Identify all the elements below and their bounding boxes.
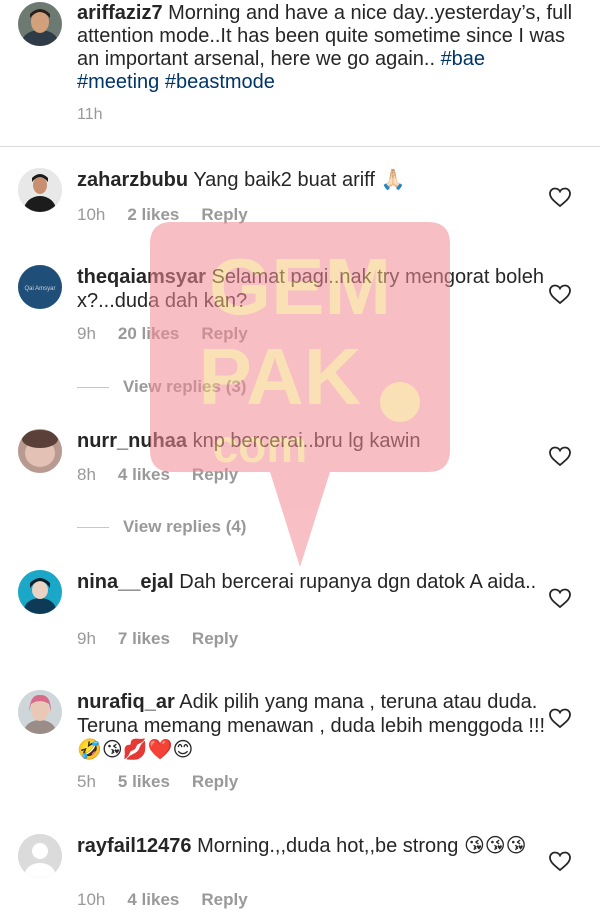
- comment-username[interactable]: zaharzbubu: [77, 169, 188, 191]
- heart-icon[interactable]: [548, 283, 572, 305]
- comment-time: 9h: [77, 324, 96, 343]
- comment-text: theqaiamsyar Selamat pagi..nak try mengo…: [77, 265, 547, 313]
- like-count[interactable]: 4 likes: [118, 465, 170, 484]
- view-replies-button[interactable]: View replies (3): [77, 377, 246, 399]
- avatar[interactable]: [18, 690, 62, 734]
- comment-time: 8h: [77, 465, 96, 484]
- profile-photo: [18, 690, 62, 734]
- comment-username[interactable]: rayfail12476: [77, 835, 192, 857]
- profile-photo: [18, 570, 62, 614]
- comment-time: 9h: [77, 629, 96, 648]
- avatar[interactable]: [18, 168, 62, 212]
- comment-text: rayfail12476 Morning.,,duda hot,,be stro…: [77, 834, 547, 858]
- comment-username[interactable]: nurr_nuhaa: [77, 430, 187, 452]
- comment-meta: 5h 5 likes Reply: [77, 772, 260, 792]
- reply-button[interactable]: Reply: [201, 324, 247, 343]
- comment-body: knp bercerai..bru lg kawin: [187, 430, 421, 452]
- comment-username[interactable]: theqaiamsyar: [77, 266, 206, 288]
- comment-body: Morning.,,duda hot,,be strong 😘😘😘: [191, 835, 527, 857]
- comment-meta: 9h 20 likes Reply: [77, 324, 270, 344]
- comment-text: nurafiq_ar Adik pilih yang mana , teruna…: [77, 690, 547, 762]
- reply-button[interactable]: Reply: [192, 772, 238, 791]
- divider: [77, 387, 109, 389]
- comment-username[interactable]: nina__ejal: [77, 571, 174, 593]
- avatar[interactable]: Qai Amsyar: [18, 265, 62, 309]
- reply-button[interactable]: Reply: [192, 629, 238, 648]
- comment-body: Yang baik2 buat ariff 🙏🏻: [188, 169, 406, 191]
- heart-icon[interactable]: [548, 707, 572, 729]
- comment-body: Dah bercerai rupanya dgn datok A aida..: [173, 571, 537, 593]
- like-count[interactable]: 20 likes: [118, 324, 179, 343]
- smiley-icon: [380, 382, 420, 422]
- comment-meta: 8h 4 likes Reply: [77, 465, 260, 485]
- view-replies-label: View replies (3): [123, 377, 247, 396]
- comment-text: nina__ejal Dah bercerai rupanya dgn dato…: [77, 570, 547, 594]
- divider: [77, 527, 109, 529]
- comment-meta: 10h 4 likes Reply: [77, 890, 270, 910]
- caption-text: ariffaziz7 Morning and have a nice day..…: [77, 2, 592, 94]
- profile-photo: Qai Amsyar: [18, 265, 62, 309]
- post-caption: ariffaziz7 Morning and have a nice day..…: [0, 0, 600, 146]
- like-count[interactable]: 5 likes: [118, 772, 170, 791]
- comment-meta: 9h 7 likes Reply: [77, 629, 260, 649]
- avatar-label: Qai Amsyar: [24, 286, 55, 292]
- heart-icon[interactable]: [548, 587, 572, 609]
- comment-time: 5h: [77, 772, 96, 791]
- hashtag[interactable]: #beastmode: [165, 71, 275, 93]
- comment-username[interactable]: nurafiq_ar: [77, 691, 175, 713]
- heart-icon[interactable]: [548, 445, 572, 467]
- view-replies-button[interactable]: View replies (4): [77, 517, 246, 539]
- divider: [0, 146, 600, 147]
- view-replies-label: View replies (4): [123, 517, 247, 536]
- like-count[interactable]: 2 likes: [127, 205, 179, 224]
- heart-icon[interactable]: [548, 186, 572, 208]
- default-profile-icon: [18, 834, 62, 878]
- avatar[interactable]: [18, 834, 62, 878]
- profile-photo: [18, 168, 62, 212]
- profile-photo: [18, 2, 62, 46]
- comment-text: zaharzbubu Yang baik2 buat ariff 🙏🏻: [77, 168, 547, 192]
- avatar[interactable]: [18, 570, 62, 614]
- heart-icon[interactable]: [548, 850, 572, 872]
- comment-time: 10h: [77, 205, 106, 224]
- avatar[interactable]: [18, 429, 62, 473]
- caption-username[interactable]: ariffaziz7: [77, 2, 163, 24]
- avatar[interactable]: [18, 2, 62, 46]
- reply-button[interactable]: Reply: [201, 205, 247, 224]
- post-timestamp: 11h: [77, 106, 103, 123]
- like-count[interactable]: 7 likes: [118, 629, 170, 648]
- comment-text: nurr_nuhaa knp bercerai..bru lg kawin: [77, 429, 547, 453]
- hashtag[interactable]: #meeting: [77, 71, 159, 93]
- comment-meta: 10h 2 likes Reply: [77, 205, 270, 225]
- profile-photo: [18, 429, 62, 473]
- hashtag[interactable]: #bae: [441, 48, 486, 70]
- reply-button[interactable]: Reply: [192, 465, 238, 484]
